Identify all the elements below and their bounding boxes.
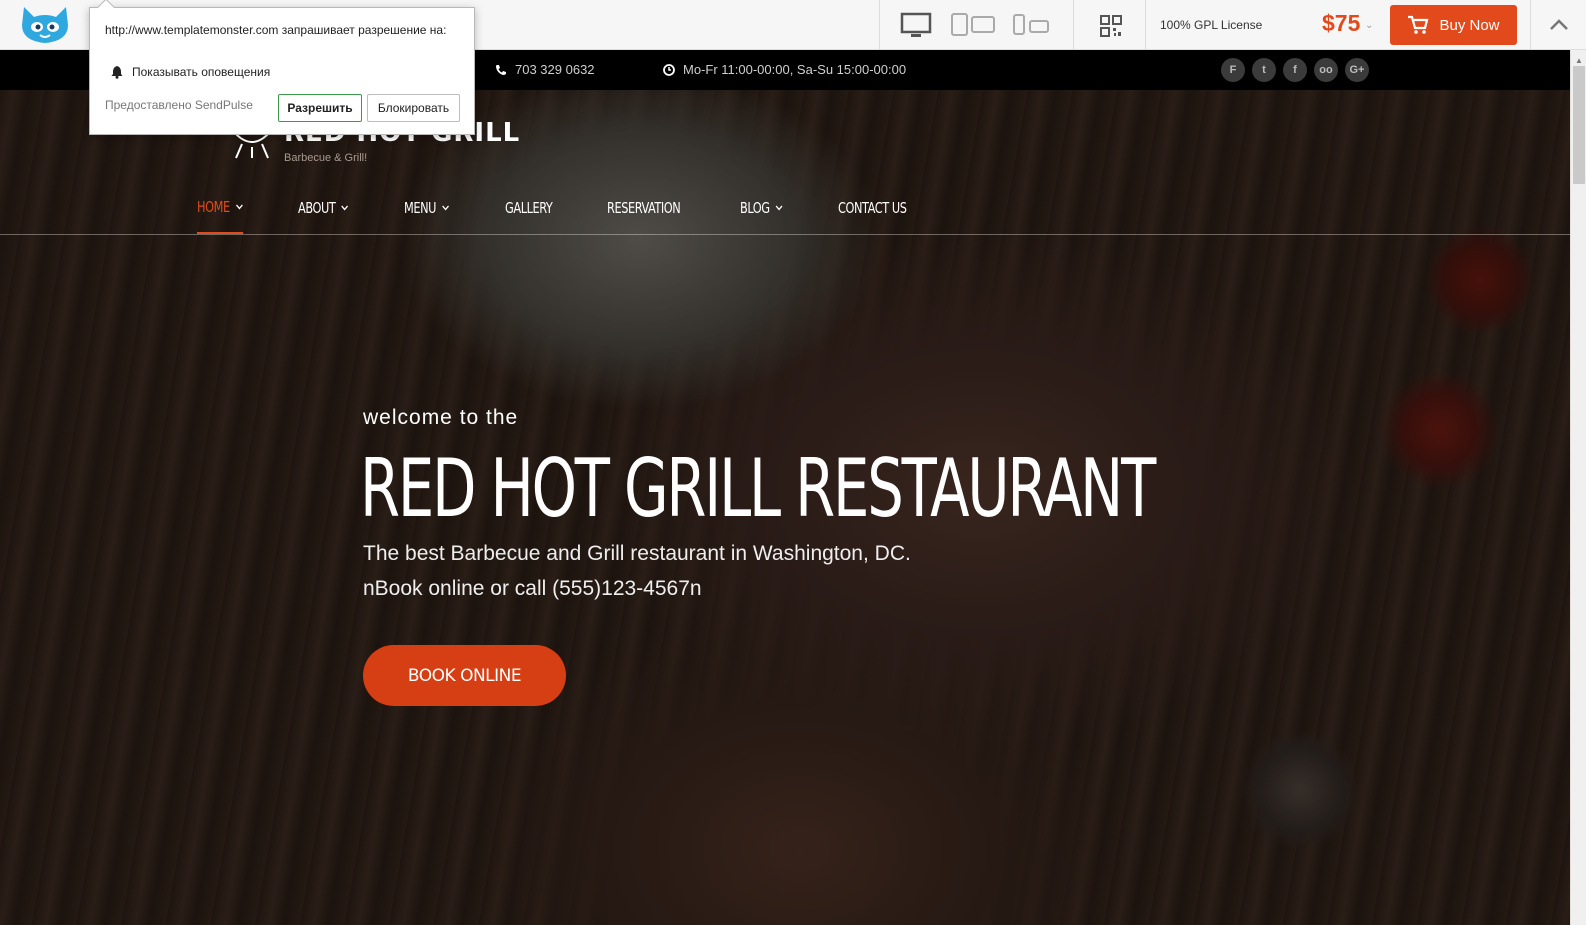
notification-permission-popup: http://www.templatemonster.com запрашива… [89,0,475,135]
tablet-icon[interactable] [950,12,998,38]
nav-divider [0,234,1570,235]
mobile-icon[interactable] [1012,12,1052,38]
nav-item-home[interactable]: HOME [197,198,244,234]
nav-item-about[interactable]: ABOUT [298,198,349,234]
main-nav: HOME ABOUT MENU GALLERY RESERVATION BLOG… [197,198,965,234]
twitter-icon[interactable]: t [1252,58,1276,82]
chevron-up-icon[interactable] [1548,14,1570,36]
templatemonster-cat-icon[interactable] [18,5,72,45]
nav-label: RESERVATION [606,199,681,217]
nav-label: GALLERY [504,199,553,217]
nav-item-gallery[interactable]: GALLERY [504,198,553,234]
chevron-down-icon [442,205,450,211]
hero-call-text: nBook online or call (555)123-4567n [363,577,702,600]
phone-icon [496,64,506,75]
chevron-down-icon[interactable]: ⌄ [1365,20,1373,31]
social-links: F t f oo G+ [1221,58,1369,82]
nav-item-reservation[interactable]: RESERVATION [606,198,681,234]
scroll-up-arrow-icon[interactable]: ▲ [1575,56,1583,65]
hero-section: RED HOT GRILL Barbecue & Grill! HOME ABO… [0,90,1570,925]
buy-now-label: Buy Now [1439,16,1500,34]
book-online-button[interactable]: BOOK ONLINE [363,645,566,706]
site-logo-tagline: Barbecue & Grill! [284,152,368,164]
allow-button[interactable]: Разрешить [278,94,362,122]
nav-label: CONTACT US [837,199,907,217]
nav-label: HOME [197,198,230,216]
opening-hours: Mo-Fr 11:00-00:00, Sa-Su 15:00-00:00 [663,62,906,77]
page-scrollbar[interactable]: ▲ [1570,50,1586,925]
hours-text: Mo-Fr 11:00-00:00, Sa-Su 15:00-00:00 [683,62,907,77]
scroll-thumb[interactable] [1573,66,1585,184]
nav-label: BLOG [740,199,770,217]
hero-subtitle: The best Barbecue and Grill restaurant i… [363,542,911,565]
provided-by-text: Предоставлено SendPulse [105,98,253,112]
permission-text: Показывать оповещения [132,65,271,79]
qr-code-icon[interactable] [1100,15,1122,37]
permission-row: Показывать оповещения [110,65,270,79]
nav-item-blog[interactable]: BLOG [740,198,784,234]
cart-icon [1408,15,1429,34]
nav-label: ABOUT [297,199,336,217]
bell-icon [111,66,123,79]
google-plus-icon[interactable]: G+ [1345,58,1369,82]
buy-now-button[interactable]: Buy Now [1390,5,1517,45]
nav-item-menu[interactable]: MENU [404,198,450,234]
hero-welcome: welcome to the [363,406,519,429]
chevron-down-icon [341,205,349,211]
separator [1530,0,1531,50]
separator [1073,0,1074,50]
block-button[interactable]: Блокировать [367,94,460,122]
chevron-down-icon [235,204,243,210]
facebook-icon[interactable]: f [1283,58,1307,82]
foursquare-icon[interactable]: F [1221,58,1245,82]
price-label[interactable]: $75 [1322,10,1360,37]
popup-message: http://www.templatemonster.com запрашива… [105,23,447,37]
hero-headline: RED HOT GRILL RESTAURANT [360,442,1156,535]
license-label[interactable]: 100% GPL License [1160,18,1262,32]
desktop-icon[interactable] [900,12,932,40]
nav-item-contact-us[interactable]: CONTACT US [838,198,907,234]
nav-label: MENU [404,199,437,217]
chevron-down-icon [776,205,784,211]
separator [1145,0,1146,50]
phone-number: 703 329 0632 [515,62,595,77]
tripadvisor-icon[interactable]: oo [1314,58,1338,82]
clock-icon [663,63,675,76]
separator [879,0,880,50]
phone-info[interactable]: 703 329 0632 [495,62,595,77]
